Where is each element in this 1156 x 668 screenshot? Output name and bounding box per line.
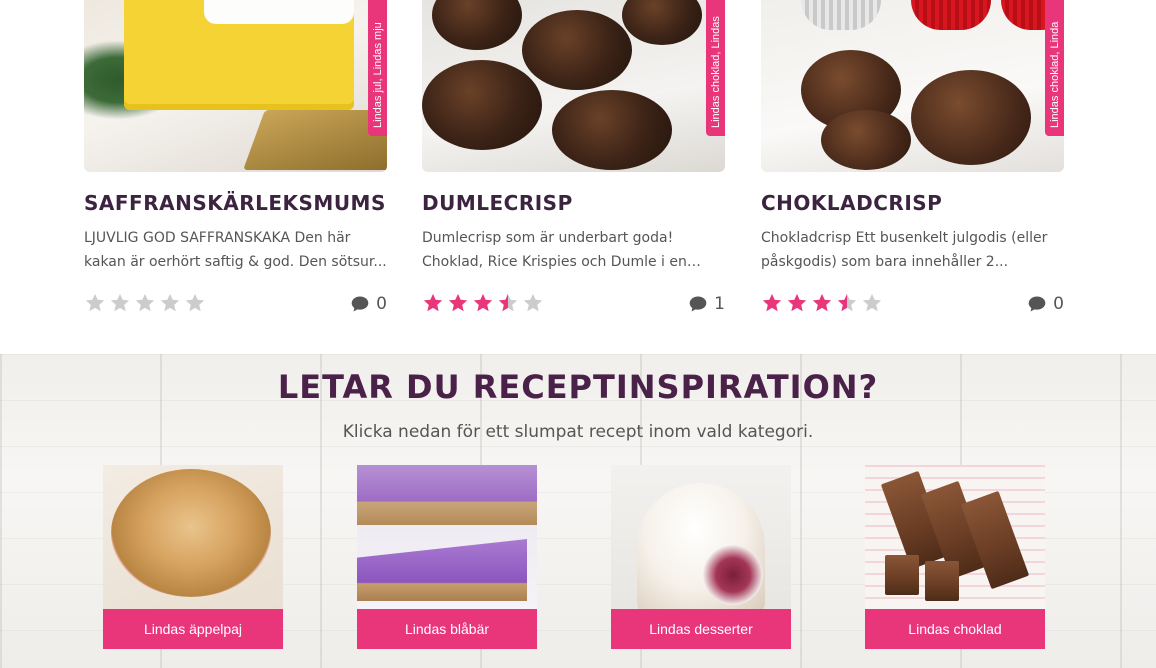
category-tag[interactable]: Lindas choklad, Linda (1045, 0, 1064, 136)
rating-stars[interactable] (761, 292, 883, 316)
star-icon[interactable] (134, 292, 156, 314)
star-icon[interactable] (109, 292, 131, 314)
section-subtitle: Klicka nedan för ett slumpat recept inom… (342, 422, 814, 442)
recipe-description: LJUVLIG GOD SAFFRANSKAKA Den här kakan ä… (84, 230, 387, 270)
random-recipe-button[interactable]: Lindas äppelpaj (103, 609, 283, 649)
category-image[interactable] (103, 465, 283, 609)
category-image[interactable] (611, 465, 791, 609)
star-icon[interactable] (497, 292, 519, 314)
star-icon[interactable] (472, 292, 494, 314)
recipe-inspiration-section: LETAR DU RECEPTINSPIRATION? Klicka nedan… (0, 354, 1156, 668)
star-icon[interactable] (786, 292, 808, 314)
recipe-description: Dumlecrisp som är underbart goda! Chokla… (422, 230, 687, 270)
recipe-cards: Lindas jul, Lindas mju SAFFRANSKÄRLEKSMU… (84, 0, 1064, 354)
star-icon[interactable] (861, 292, 883, 314)
star-icon[interactable] (522, 292, 544, 314)
recipe-title[interactable]: CHOKLADCRISP (761, 191, 942, 215)
section-title: LETAR DU RECEPTINSPIRATION? (277, 368, 879, 406)
star-icon[interactable] (811, 292, 833, 314)
category-card-appelpaj[interactable]: Lindas äppelpaj (103, 465, 283, 649)
recipe-image[interactable]: Lindas jul, Lindas mju (84, 0, 387, 172)
category-card-choklad[interactable]: Lindas choklad (865, 465, 1045, 649)
category-image[interactable] (357, 465, 537, 609)
star-icon[interactable] (761, 292, 783, 314)
recipe-card[interactable]: Lindas choklad, Lindas DUMLECRISP Dumlec… (422, 0, 725, 330)
category-image[interactable] (865, 465, 1045, 609)
recipe-card[interactable]: Lindas choklad, Linda CHOKLADCRISP Chokl… (761, 0, 1064, 330)
recipe-title[interactable]: SAFFRANSKÄRLEKSMUMS (84, 191, 386, 215)
recipe-title[interactable]: DUMLECRISP (422, 191, 573, 215)
comment-bubble-icon (1028, 296, 1046, 312)
category-tag[interactable]: Lindas choklad, Lindas (706, 0, 725, 136)
category-card-blabar[interactable]: Lindas blåbär (357, 465, 537, 649)
star-icon[interactable] (84, 292, 106, 314)
random-recipe-button[interactable]: Lindas desserter (611, 609, 791, 649)
category-card-desserter[interactable]: Lindas desserter (611, 465, 791, 649)
star-icon[interactable] (159, 292, 181, 314)
comment-count[interactable]: 0 (350, 294, 387, 314)
random-recipe-button[interactable]: Lindas blåbär (357, 609, 537, 649)
recipe-description: Chokladcrisp Ett busenkelt julgodis (ell… (761, 230, 1048, 270)
recipe-image[interactable]: Lindas choklad, Linda (761, 0, 1064, 172)
star-icon[interactable] (422, 292, 444, 314)
star-icon[interactable] (184, 292, 206, 314)
star-icon[interactable] (447, 292, 469, 314)
rating-stars[interactable] (422, 292, 544, 316)
comment-bubble-icon (351, 296, 369, 312)
rating-stars[interactable] (84, 292, 206, 316)
comment-count[interactable]: 1 (688, 294, 725, 314)
comment-bubble-icon (689, 296, 707, 312)
recipe-card[interactable]: Lindas jul, Lindas mju SAFFRANSKÄRLEKSMU… (84, 0, 387, 330)
star-icon[interactable] (836, 292, 858, 314)
comment-count[interactable]: 0 (1027, 294, 1064, 314)
recipe-image[interactable]: Lindas choklad, Lindas (422, 0, 725, 172)
random-recipe-button[interactable]: Lindas choklad (865, 609, 1045, 649)
category-tag[interactable]: Lindas jul, Lindas mju (368, 0, 387, 136)
